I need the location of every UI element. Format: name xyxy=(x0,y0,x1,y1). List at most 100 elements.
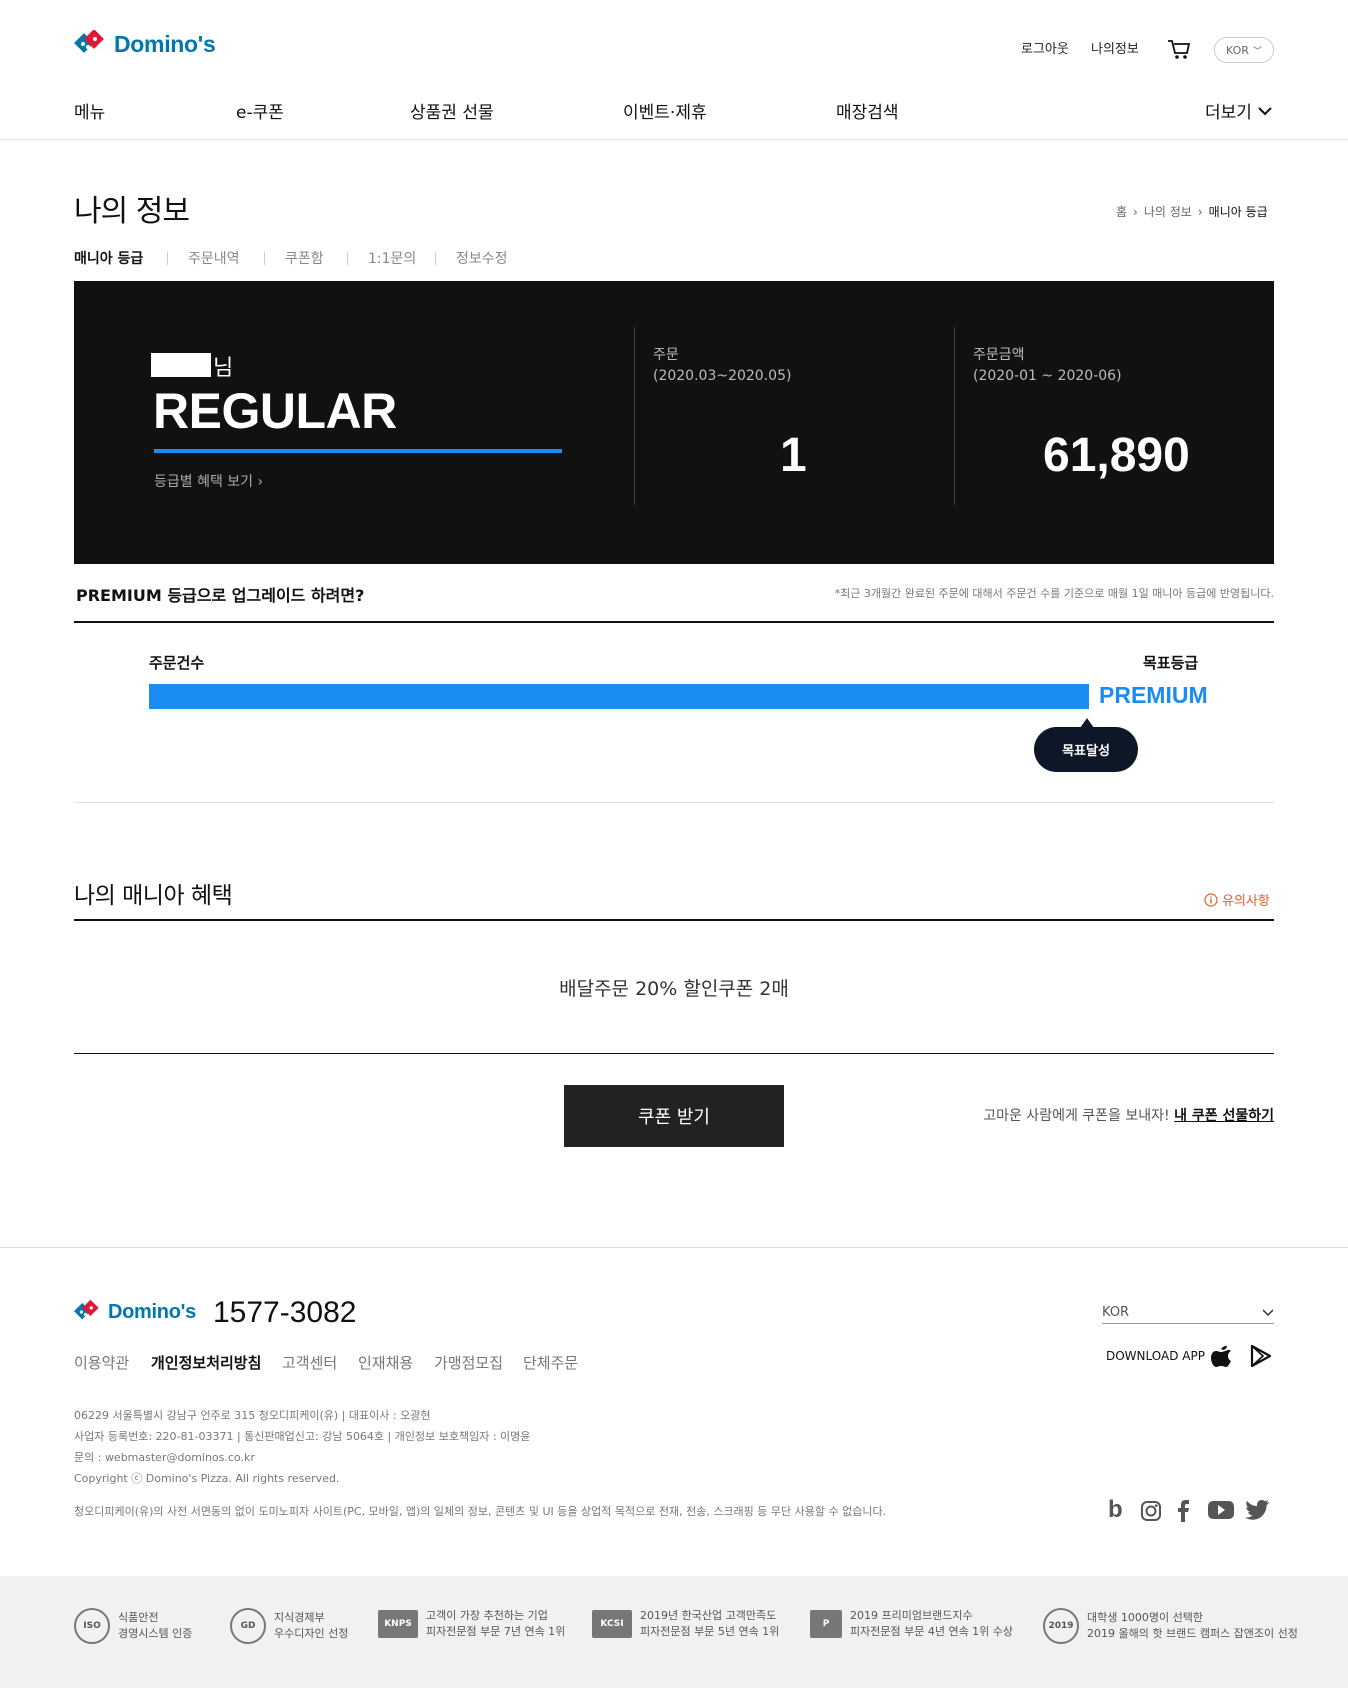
order-amount: 61,890 xyxy=(1043,429,1190,482)
blog-icon[interactable]: b xyxy=(1108,1496,1123,1524)
chevron-right-icon: › xyxy=(1197,204,1203,219)
section-divider xyxy=(74,621,1274,623)
chevron-right-icon: › xyxy=(1133,204,1138,219)
benefit-item: 배달주문 20% 할인쿠폰 2매 xyxy=(559,978,789,1000)
panel-divider xyxy=(634,327,635,505)
nav-store-search[interactable]: 매장검색 xyxy=(836,98,899,123)
footer-link-support[interactable]: 고객센터 xyxy=(282,1352,337,1373)
gift-coupon-text: 고마운 사람에게 쿠폰을 보내자! xyxy=(983,1108,1170,1124)
instagram-icon[interactable] xyxy=(1140,1500,1162,1522)
usage-notice: 청오디피케이(유)의 사전 서면동의 없이 도미노피자 사이트(PC, 모바일,… xyxy=(74,1505,887,1518)
grade-benefits-link[interactable]: 등급별 혜택 보기 › xyxy=(154,471,263,491)
tab-divider xyxy=(347,252,348,265)
dominos-logo-icon xyxy=(74,30,104,53)
notice-label: 유의사항 xyxy=(1222,894,1270,909)
order-count-label: 주문건수 xyxy=(149,654,205,672)
tab-divider xyxy=(435,252,436,265)
logout-link[interactable]: 로그아웃 xyxy=(1021,38,1069,57)
footer-link-franchise[interactable]: 가맹점모집 xyxy=(434,1352,503,1373)
hot-brand-cert-icon: 2019 xyxy=(1043,1608,1079,1644)
tab-inquiry[interactable]: 1:1문의 xyxy=(368,248,416,268)
myinfo-link[interactable]: 나의정보 xyxy=(1091,38,1139,57)
upgrade-title: PREMIUM 등급으로 업그레이드 하려면? xyxy=(76,586,365,605)
tab-coupon-box[interactable]: 쿠폰함 xyxy=(285,248,324,268)
breadcrumb-current: 매니아 등급 xyxy=(1208,205,1268,219)
chevron-down-icon xyxy=(1262,1308,1274,1316)
chevron-down-icon xyxy=(1258,106,1272,115)
cert-line1: 대학생 1000명이 선택한 xyxy=(1087,1611,1203,1624)
current-grade: REGULAR xyxy=(153,383,397,439)
google-play-icon[interactable] xyxy=(1250,1345,1272,1367)
cert-line2: 피자전문점 부문 7년 연속 1위 xyxy=(426,1625,566,1638)
footer-divider xyxy=(0,1247,1348,1248)
nav-gift-card[interactable]: 상품권 선물 xyxy=(410,98,494,123)
tab-edit-info[interactable]: 정보수정 xyxy=(456,248,508,268)
footer-link-careers[interactable]: 인재채용 xyxy=(358,1352,413,1373)
nav-ecoupon[interactable]: e-쿠폰 xyxy=(236,98,284,123)
goal-achieved-badge: 목표달성 xyxy=(1034,727,1138,772)
cert-item: P 2019 프리미엄브랜드지수 피자전문점 부문 4년 연속 1위 수상 xyxy=(810,1608,1013,1640)
info-icon xyxy=(1204,892,1218,907)
language-selector[interactable]: KOR ﹀ xyxy=(1214,37,1274,63)
customer-phone: 1577-3082 xyxy=(213,1296,357,1329)
target-grade-label: 목표등급 xyxy=(1143,654,1199,672)
cert-line2: 우수디자인 선정 xyxy=(274,1627,349,1640)
cart-icon[interactable] xyxy=(1167,39,1191,61)
facebook-icon[interactable] xyxy=(1176,1500,1190,1522)
section-divider xyxy=(74,802,1274,803)
nav-event[interactable]: 이벤트·제휴 xyxy=(623,98,707,123)
twitter-icon[interactable] xyxy=(1245,1500,1269,1520)
get-coupon-button[interactable]: 쿠폰 받기 xyxy=(564,1085,784,1147)
nav-menu[interactable]: 메뉴 xyxy=(74,98,105,123)
contact-email: 문의 : webmaster@dominos.co.kr xyxy=(74,1451,255,1464)
tab-order-history[interactable]: 주문내역 xyxy=(188,248,240,268)
orders-period: (2020.03~2020.05) xyxy=(653,368,792,384)
cert-line2: 피자전문점 부문 5년 연속 1위 xyxy=(640,1625,780,1638)
cert-line1: 지식경제부 xyxy=(274,1611,325,1624)
dominos-logo-icon xyxy=(74,1300,99,1320)
footer-link-terms[interactable]: 이용약관 xyxy=(74,1352,129,1373)
tab-mania-grade[interactable]: 매니아 등급 xyxy=(74,248,143,268)
breadcrumb-myinfo[interactable]: 나의 정보 xyxy=(1144,203,1192,220)
knps-cert-icon: KNPS xyxy=(378,1610,418,1638)
page-title: 나의 정보 xyxy=(74,194,190,229)
footer-link-group-order[interactable]: 단체주문 xyxy=(523,1352,578,1373)
footer-logo[interactable]: Domino's xyxy=(74,1300,196,1324)
section-divider xyxy=(74,1053,1274,1054)
mania-benefits-title: 나의 매니아 혜택 xyxy=(74,883,233,909)
premium-brand-cert-icon: P xyxy=(810,1610,842,1638)
cert-line2: 2019 올해의 핫 브랜드 캠퍼스 잡앤조이 선정 xyxy=(1087,1627,1298,1640)
cert-item: KCSI 2019년 한국산업 고객만족도 피자전문점 부문 5년 연속 1위 xyxy=(592,1608,779,1640)
iso-cert-icon: ISO xyxy=(74,1608,110,1644)
tab-divider xyxy=(167,252,168,265)
breadcrumb-home[interactable]: 홈 xyxy=(1116,203,1127,220)
grade-underline xyxy=(154,449,562,453)
cert-item: GD 지식경제부우수디자인 선정 xyxy=(230,1608,348,1644)
youtube-icon[interactable] xyxy=(1208,1500,1234,1520)
cert-item: 2019 대학생 1000명이 선택한 2019 올해의 핫 브랜드 캠퍼스 잡앤… xyxy=(1043,1608,1298,1644)
cert-line1: 2019 프리미엄브랜드지수 xyxy=(850,1609,973,1622)
gift-coupon-link[interactable]: 내 쿠폰 선물하기 xyxy=(1174,1108,1274,1124)
cert-line2: 경영시스템 인증 xyxy=(118,1627,193,1640)
order-progress-bar xyxy=(149,684,1089,709)
upgrade-note: *최근 3개월간 완료된 주문에 대해서 주문건 수를 기준으로 매월 1일 매… xyxy=(834,587,1274,600)
cert-item: KNPS 고객이 가장 추천하는 기업 피자전문점 부문 7년 연속 1위 xyxy=(378,1608,565,1640)
breadcrumb: 홈 › 나의 정보 › 매니아 등급 xyxy=(1116,203,1268,220)
gift-coupon-row: 고마운 사람에게 쿠폰을 보내자! 내 쿠폰 선물하기 xyxy=(880,1105,1274,1125)
notice-link[interactable]: 유의사항 xyxy=(1204,890,1270,909)
footer-language-select[interactable]: KOR xyxy=(1102,1302,1274,1324)
dominos-logo[interactable]: Domino's xyxy=(74,30,216,58)
section-divider xyxy=(74,919,1274,921)
language-label: KOR xyxy=(1226,43,1249,57)
nav-more[interactable]: 더보기 xyxy=(1205,98,1272,123)
copyright: Copyright ⓒ Domino's Pizza. All rights r… xyxy=(74,1472,340,1485)
good-design-cert-icon: GD xyxy=(230,1608,266,1644)
orders-label: 주문 xyxy=(653,347,679,363)
kcsi-cert-icon: KCSI xyxy=(592,1610,632,1638)
cert-item: ISO 식품안전 경영시스템 인증 xyxy=(74,1608,192,1644)
company-address: 06229 서울특별시 강남구 언주로 315 청오디피케이(유) | 대표이사… xyxy=(74,1409,431,1422)
footer-link-privacy[interactable]: 개인정보처리방침 xyxy=(151,1352,261,1373)
header-divider xyxy=(0,139,1348,140)
target-grade: PREMIUM xyxy=(1099,682,1208,708)
apple-icon[interactable] xyxy=(1210,1342,1232,1368)
